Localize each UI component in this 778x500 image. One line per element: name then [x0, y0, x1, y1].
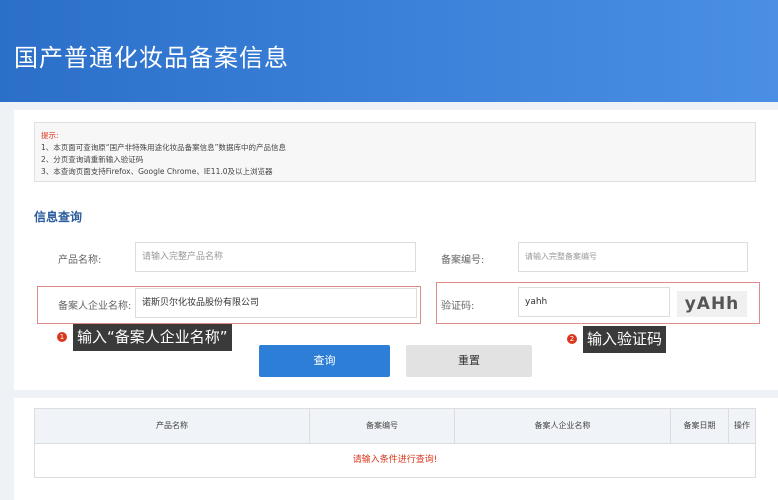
column-header: 备案编号	[310, 409, 455, 443]
captcha-label: 验证码:	[441, 301, 475, 312]
callout-company: 输入“备案人企业名称”	[73, 324, 232, 351]
column-header: 备案日期	[671, 409, 729, 443]
page-header: 国产普通化妆品备案信息	[0, 0, 778, 102]
section-title: 信息查询	[34, 210, 83, 224]
record-no-label: 备案编号:	[441, 255, 485, 266]
empty-message: 请输入条件进行查询!	[352, 455, 438, 465]
notice-box: 提示: 1、本页面可查询原“国产非特殊用途化妆品备案信息”数据库中的产品信息 2…	[34, 122, 756, 182]
product-name-input[interactable]: 请输入完整产品名称	[135, 242, 416, 272]
captcha-input[interactable]: yahh	[518, 287, 670, 317]
column-header: 产品名称	[35, 409, 310, 443]
column-header: 操作	[734, 421, 750, 430]
captcha-image[interactable]: yAHh	[677, 291, 747, 317]
product-name-label: 产品名称:	[58, 255, 102, 266]
callout-captcha: 输入验证码	[583, 326, 667, 353]
query-button[interactable]: 查询	[259, 345, 390, 377]
reset-button[interactable]: 重置	[406, 345, 532, 377]
page-title: 国产普通化妆品备案信息	[14, 44, 289, 72]
company-input[interactable]: 诺斯贝尔化妆品股份有限公司	[135, 288, 417, 318]
table-header: 产品名称 备案编号 备案人企业名称 备案日期 操作	[35, 409, 755, 444]
step-badge: 2	[567, 334, 577, 344]
notice-title: 提示:	[41, 131, 59, 140]
step-badge: 1	[57, 332, 67, 342]
notice-line: 3、本查询页面支持Firefox、Google Chrome、IE11.0及以上…	[41, 167, 273, 176]
company-label: 备案人企业名称:	[58, 301, 132, 312]
results-table: 产品名称 备案编号 备案人企业名称 备案日期 操作 请输入条件进行查询!	[34, 408, 756, 478]
column-header: 备案人企业名称	[455, 409, 671, 443]
record-no-input[interactable]: 请输入完整备案编号	[518, 242, 748, 272]
notice-line: 2、分页查询请重新输入验证码	[41, 155, 144, 164]
notice-line: 1、本页面可查询原“国产非特殊用途化妆品备案信息”数据库中的产品信息	[41, 143, 287, 152]
